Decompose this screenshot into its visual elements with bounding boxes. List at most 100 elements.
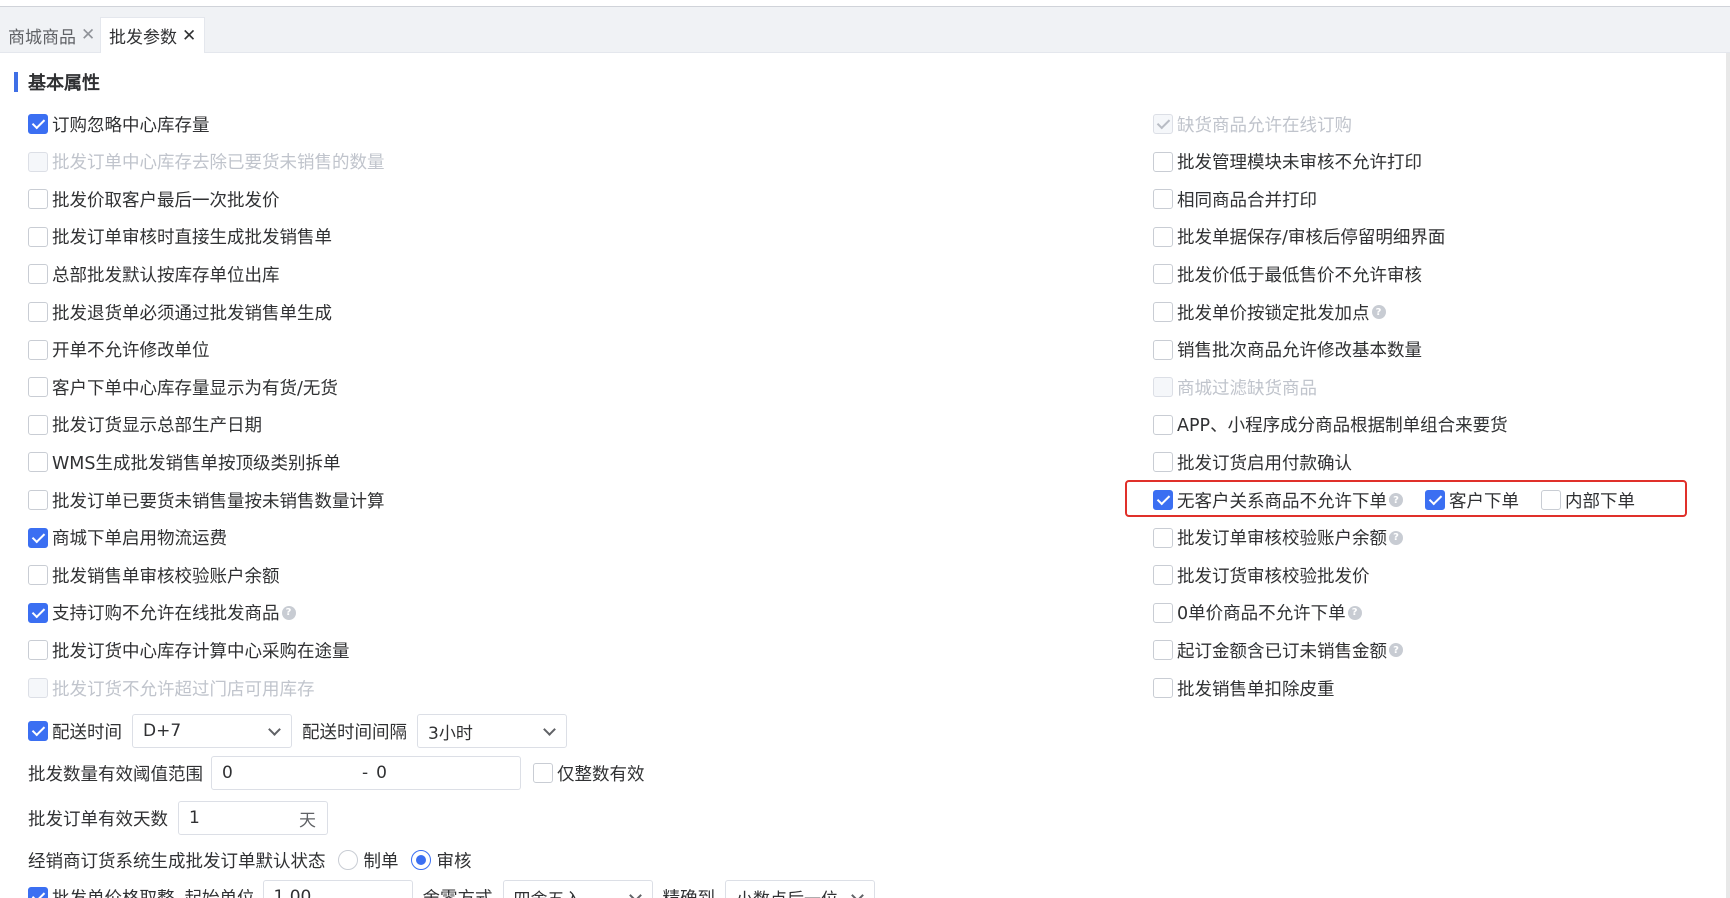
- tab-label: 商城商品: [8, 27, 76, 48]
- option-label: 客户下单中心库存量显示为有货/无货: [52, 378, 338, 399]
- option-checkbox[interactable]: [28, 602, 48, 623]
- rounding-row: 批发单价格取整 起始单位 1.00 舍零方式 四舍五入 精确到 小数点后一位: [28, 880, 875, 898]
- option-checkbox[interactable]: [28, 189, 48, 210]
- rounding-mode-select[interactable]: 四舍五入: [502, 880, 653, 898]
- option-checkbox[interactable]: [1153, 189, 1173, 210]
- option-row[interactable]: 支持订购不允许在线批发商品?: [28, 599, 296, 627]
- option-label: 批发订货不允许超过门店可用库存: [52, 679, 315, 700]
- option-row[interactable]: 商城过滤缺货商品: [1153, 373, 1317, 401]
- option-checkbox[interactable]: [1153, 640, 1173, 661]
- option-row[interactable]: 批发订单审核时直接生成批发销售单: [28, 223, 332, 251]
- option-row[interactable]: 批发订货显示总部生产日期: [28, 411, 262, 439]
- option-row[interactable]: 批发订货不允许超过门店可用库存: [28, 674, 315, 702]
- option-row[interactable]: 批发单据保存/审核后停留明细界面: [1153, 223, 1445, 251]
- option-row[interactable]: 批发退货单必须通过批发销售单生成: [28, 298, 332, 326]
- status-radio-draft[interactable]: [337, 850, 358, 870]
- option-row[interactable]: WMS生成批发销售单按顶级类别拆单: [28, 448, 341, 476]
- option-checkbox[interactable]: [1153, 678, 1173, 698]
- delivery-time-checkbox[interactable]: [28, 721, 48, 741]
- option-row[interactable]: 批发订货中心库存计算中心采购在途量: [28, 636, 350, 664]
- option-label: 批发订货启用付款确认: [1177, 453, 1352, 474]
- close-icon[interactable]: ✕: [182, 26, 196, 46]
- option-label: APP、小程序成分商品根据制单组合来要货: [1177, 416, 1508, 437]
- option-checkbox[interactable]: [28, 527, 48, 548]
- delivery-time-select[interactable]: D+7: [132, 714, 292, 748]
- option-row[interactable]: 开单不允许修改单位: [28, 336, 210, 364]
- option-checkbox[interactable]: [1153, 527, 1173, 548]
- option-row[interactable]: 订购忽略中心库存量: [28, 110, 210, 138]
- option-row[interactable]: 批发管理模块未审核不允许打印: [1153, 148, 1422, 176]
- option-checkbox[interactable]: [1153, 226, 1173, 247]
- option-checkbox[interactable]: [1153, 264, 1173, 285]
- tab-label: 批发参数: [109, 28, 177, 48]
- option-row[interactable]: 商城下单启用物流运费: [28, 524, 227, 552]
- option-row[interactable]: 批发销售单审核校验账户余额: [28, 561, 280, 589]
- status-radio-approved[interactable]: [410, 850, 431, 870]
- help-icon[interactable]: ?: [1371, 305, 1386, 319]
- option-checkbox[interactable]: [28, 114, 48, 134]
- option-label: 起订金额含已订未销售金额: [1177, 641, 1387, 662]
- option-checkbox[interactable]: [1153, 151, 1173, 172]
- help-icon[interactable]: ?: [1347, 605, 1362, 620]
- qty-min-value[interactable]: 0: [222, 763, 362, 783]
- option-checkbox[interactable]: [1153, 565, 1173, 586]
- option-row[interactable]: 销售批次商品允许修改基本数量: [1153, 336, 1422, 364]
- option-label: 总部批发默认按库存单位出库: [52, 265, 280, 286]
- close-icon[interactable]: ✕: [81, 25, 95, 45]
- rounding-label: 批发单价格取整: [52, 885, 175, 898]
- option-label: 批发价低于最低售价不允许审核: [1177, 265, 1422, 286]
- option-label: 批发订单审核校验账户余额: [1177, 529, 1387, 550]
- option-checkbox[interactable]: [28, 452, 48, 473]
- qty-range-input[interactable]: 0 - 0: [211, 756, 521, 790]
- option-row[interactable]: APP、小程序成分商品根据制单组合来要货: [1153, 411, 1508, 439]
- help-icon[interactable]: ?: [281, 605, 296, 620]
- option-row[interactable]: 批发订单中心库存去除已要货未销售的数量: [28, 148, 385, 176]
- chevron-down-icon: [543, 723, 556, 736]
- integer-only-label: 仅整数有效: [557, 764, 645, 785]
- valid-days-input[interactable]: 1 天: [178, 801, 328, 835]
- option-checkbox[interactable]: [28, 640, 48, 661]
- option-checkbox[interactable]: [28, 414, 48, 435]
- option-checkbox[interactable]: [28, 490, 48, 510]
- precision-select[interactable]: 小数点后一位: [725, 880, 875, 898]
- option-checkbox: [28, 151, 48, 172]
- tab-wholesale-params[interactable]: 批发参数 ✕: [100, 17, 206, 53]
- option-checkbox[interactable]: [1153, 339, 1173, 360]
- option-row[interactable]: 批发订单审核校验账户余额?: [1153, 524, 1403, 552]
- integer-only-checkbox[interactable]: [533, 763, 553, 783]
- option-row[interactable]: 批发销售单扣除皮重: [1153, 674, 1335, 702]
- option-checkbox[interactable]: [1153, 414, 1173, 435]
- scrollbar[interactable]: [1726, 53, 1730, 898]
- option-row[interactable]: 客户下单中心库存量显示为有货/无货: [28, 373, 338, 401]
- option-checkbox[interactable]: [28, 302, 48, 322]
- option-checkbox[interactable]: [28, 264, 48, 285]
- option-checkbox[interactable]: [28, 565, 48, 586]
- option-checkbox[interactable]: [1153, 302, 1173, 322]
- start-unit-input[interactable]: 1.00: [262, 880, 413, 898]
- rounding-mode-label: 舍零方式: [423, 885, 493, 898]
- tab-mall-products[interactable]: 商城商品 ✕: [0, 17, 103, 53]
- option-checkbox[interactable]: [28, 377, 48, 398]
- qty-max-value[interactable]: 0: [376, 763, 387, 783]
- option-checkbox[interactable]: [28, 339, 48, 360]
- option-row[interactable]: 批发订货审核校验批发价: [1153, 561, 1370, 589]
- default-status-row: 经销商订货系统生成批发订单默认状态 制单 审核: [28, 846, 472, 874]
- rounding-checkbox[interactable]: [28, 887, 48, 898]
- help-icon[interactable]: ?: [1389, 643, 1403, 658]
- range-separator: -: [362, 763, 369, 783]
- option-checkbox[interactable]: [28, 226, 48, 247]
- option-row[interactable]: 缺货商品允许在线订购: [1153, 110, 1352, 138]
- option-row[interactable]: 批发订单已要货未销售量按未销售数量计算: [28, 486, 385, 514]
- option-checkbox[interactable]: [1153, 602, 1173, 623]
- option-row[interactable]: 总部批发默认按库存单位出库: [28, 260, 280, 288]
- option-row[interactable]: 0单价商品不允许下单?: [1153, 599, 1362, 627]
- option-row[interactable]: 批发价低于最低售价不允许审核: [1153, 260, 1422, 288]
- option-row[interactable]: 批发价取客户最后一次批发价: [28, 185, 280, 213]
- delivery-interval-select[interactable]: 3小时: [417, 714, 567, 748]
- option-row[interactable]: 批发订货启用付款确认: [1153, 448, 1352, 476]
- option-row[interactable]: 起订金额含已订未销售金额?: [1153, 636, 1403, 664]
- help-icon[interactable]: ?: [1389, 530, 1403, 545]
- option-checkbox[interactable]: [1153, 452, 1173, 473]
- option-row[interactable]: 相同商品合并打印: [1153, 185, 1317, 213]
- option-row[interactable]: 批发单价按锁定批发加点?: [1153, 298, 1386, 326]
